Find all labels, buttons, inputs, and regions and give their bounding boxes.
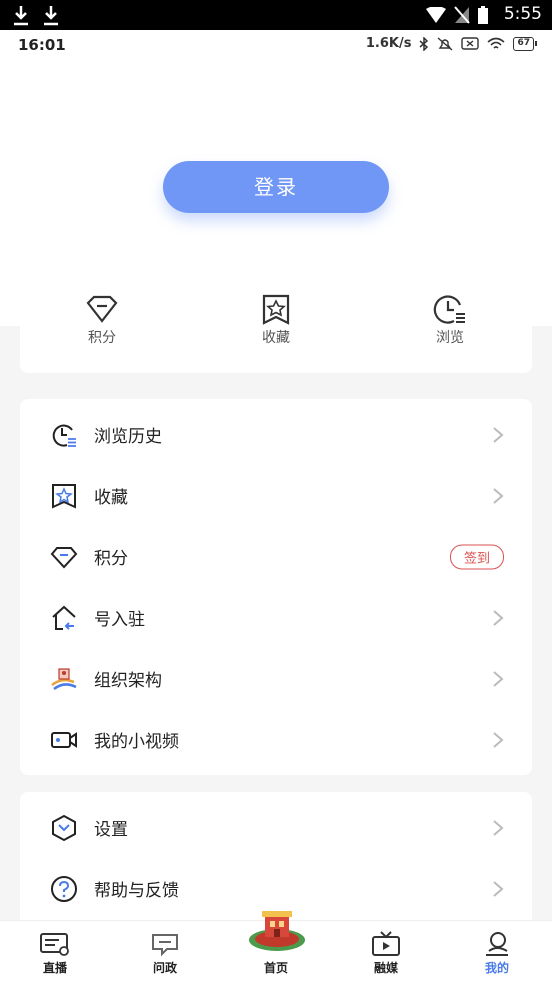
- mute-bell-icon: [438, 36, 453, 51]
- menu-item-label: 收藏: [94, 488, 128, 508]
- net-speed: 1.6K/s: [365, 36, 412, 51]
- tab-media[interactable]: 融媒: [331, 921, 441, 984]
- tab-profile[interactable]: 我的: [442, 921, 552, 984]
- quick-browse[interactable]: 浏览: [405, 290, 495, 347]
- menu-item-organization[interactable]: 组织架构: [20, 648, 532, 709]
- clock-list-icon: [433, 295, 465, 324]
- menu-item-history[interactable]: 浏览历史: [20, 404, 532, 465]
- quick-label: 积分: [88, 330, 116, 346]
- system-icons: [426, 6, 488, 24]
- menu-item-label: 号入驻: [94, 610, 145, 630]
- quick-label: 浏览: [436, 330, 464, 346]
- history-icon: [52, 424, 76, 447]
- tab-inquiry[interactable]: 问政: [110, 921, 220, 984]
- chevron-right-icon: [493, 609, 504, 626]
- chat-icon: [152, 934, 178, 957]
- chevron-right-icon: [493, 487, 504, 504]
- favorite-icon: [52, 483, 76, 509]
- menu-item-label: 组织架构: [94, 671, 162, 691]
- org-icon: [51, 667, 77, 690]
- quick-points[interactable]: 积分: [57, 290, 147, 347]
- chevron-right-icon: [493, 670, 504, 687]
- tab-label: 直播: [42, 961, 67, 975]
- bluetooth-icon: [419, 36, 429, 51]
- tv-icon: [372, 931, 400, 956]
- tab-label: 问政: [152, 961, 177, 975]
- system-status-bar: 5:55: [0, 0, 552, 30]
- download-icon: [44, 6, 58, 26]
- wifi-icon: [426, 7, 446, 23]
- menu-item-favorites[interactable]: 收藏: [20, 465, 532, 526]
- menu-item-label: 帮助与反馈: [94, 881, 179, 901]
- chevron-right-icon: [493, 731, 504, 748]
- menu-item-label: 积分: [94, 549, 128, 569]
- settings-icon: [52, 814, 76, 841]
- menu-item-label: 设置: [94, 820, 128, 840]
- battery-level: 67: [513, 36, 537, 51]
- sign-in-badge[interactable]: 签到: [449, 544, 504, 569]
- profile-icon: [486, 932, 508, 956]
- live-icon: [40, 933, 69, 956]
- login-button[interactable]: 登录: [163, 161, 389, 213]
- menu-card-main: 浏览历史 收藏 积分 签到 号入驻 组织架构 我的小视频: [20, 399, 532, 775]
- tab-label: 融媒: [373, 961, 398, 975]
- home-logo-icon[interactable]: [248, 906, 306, 952]
- tab-label: 首页: [263, 961, 288, 975]
- profile-header: 登录: [0, 60, 552, 326]
- help-icon: [51, 875, 77, 902]
- wifi-icon: [487, 37, 505, 49]
- status-time: 16:01: [18, 36, 66, 54]
- points-icon: [50, 546, 78, 568]
- download-icon: [14, 6, 28, 26]
- menu-item-label: 我的小视频: [94, 732, 179, 752]
- quick-favorites[interactable]: 收藏: [231, 290, 321, 347]
- star-bookmark-icon: [262, 294, 290, 325]
- tab-label: 我的: [484, 961, 509, 975]
- no-signal-icon: [454, 6, 470, 24]
- chevron-right-icon: [493, 426, 504, 443]
- menu-item-account-settle[interactable]: 号入驻: [20, 587, 532, 648]
- chevron-right-icon: [493, 819, 504, 836]
- tab-live[interactable]: 直播: [0, 921, 110, 984]
- quick-label: 收藏: [262, 330, 290, 346]
- diamond-icon: [86, 295, 118, 323]
- system-clock: 5:55: [503, 4, 542, 24]
- chevron-right-icon: [493, 880, 504, 897]
- menu-item-settings[interactable]: 设置: [20, 797, 532, 858]
- battery-icon: [478, 6, 488, 24]
- house-icon: [52, 605, 76, 630]
- video-camera-icon: [51, 731, 77, 748]
- app-status-bar: 16:01 1.6K/s 67: [0, 30, 552, 60]
- sim-off-icon: [461, 37, 480, 50]
- menu-item-label: 浏览历史: [94, 427, 162, 447]
- menu-item-my-videos[interactable]: 我的小视频: [20, 709, 532, 770]
- menu-item-points[interactable]: 积分 签到: [20, 526, 532, 587]
- quick-access-card: 积分 收藏 浏览: [20, 290, 532, 373]
